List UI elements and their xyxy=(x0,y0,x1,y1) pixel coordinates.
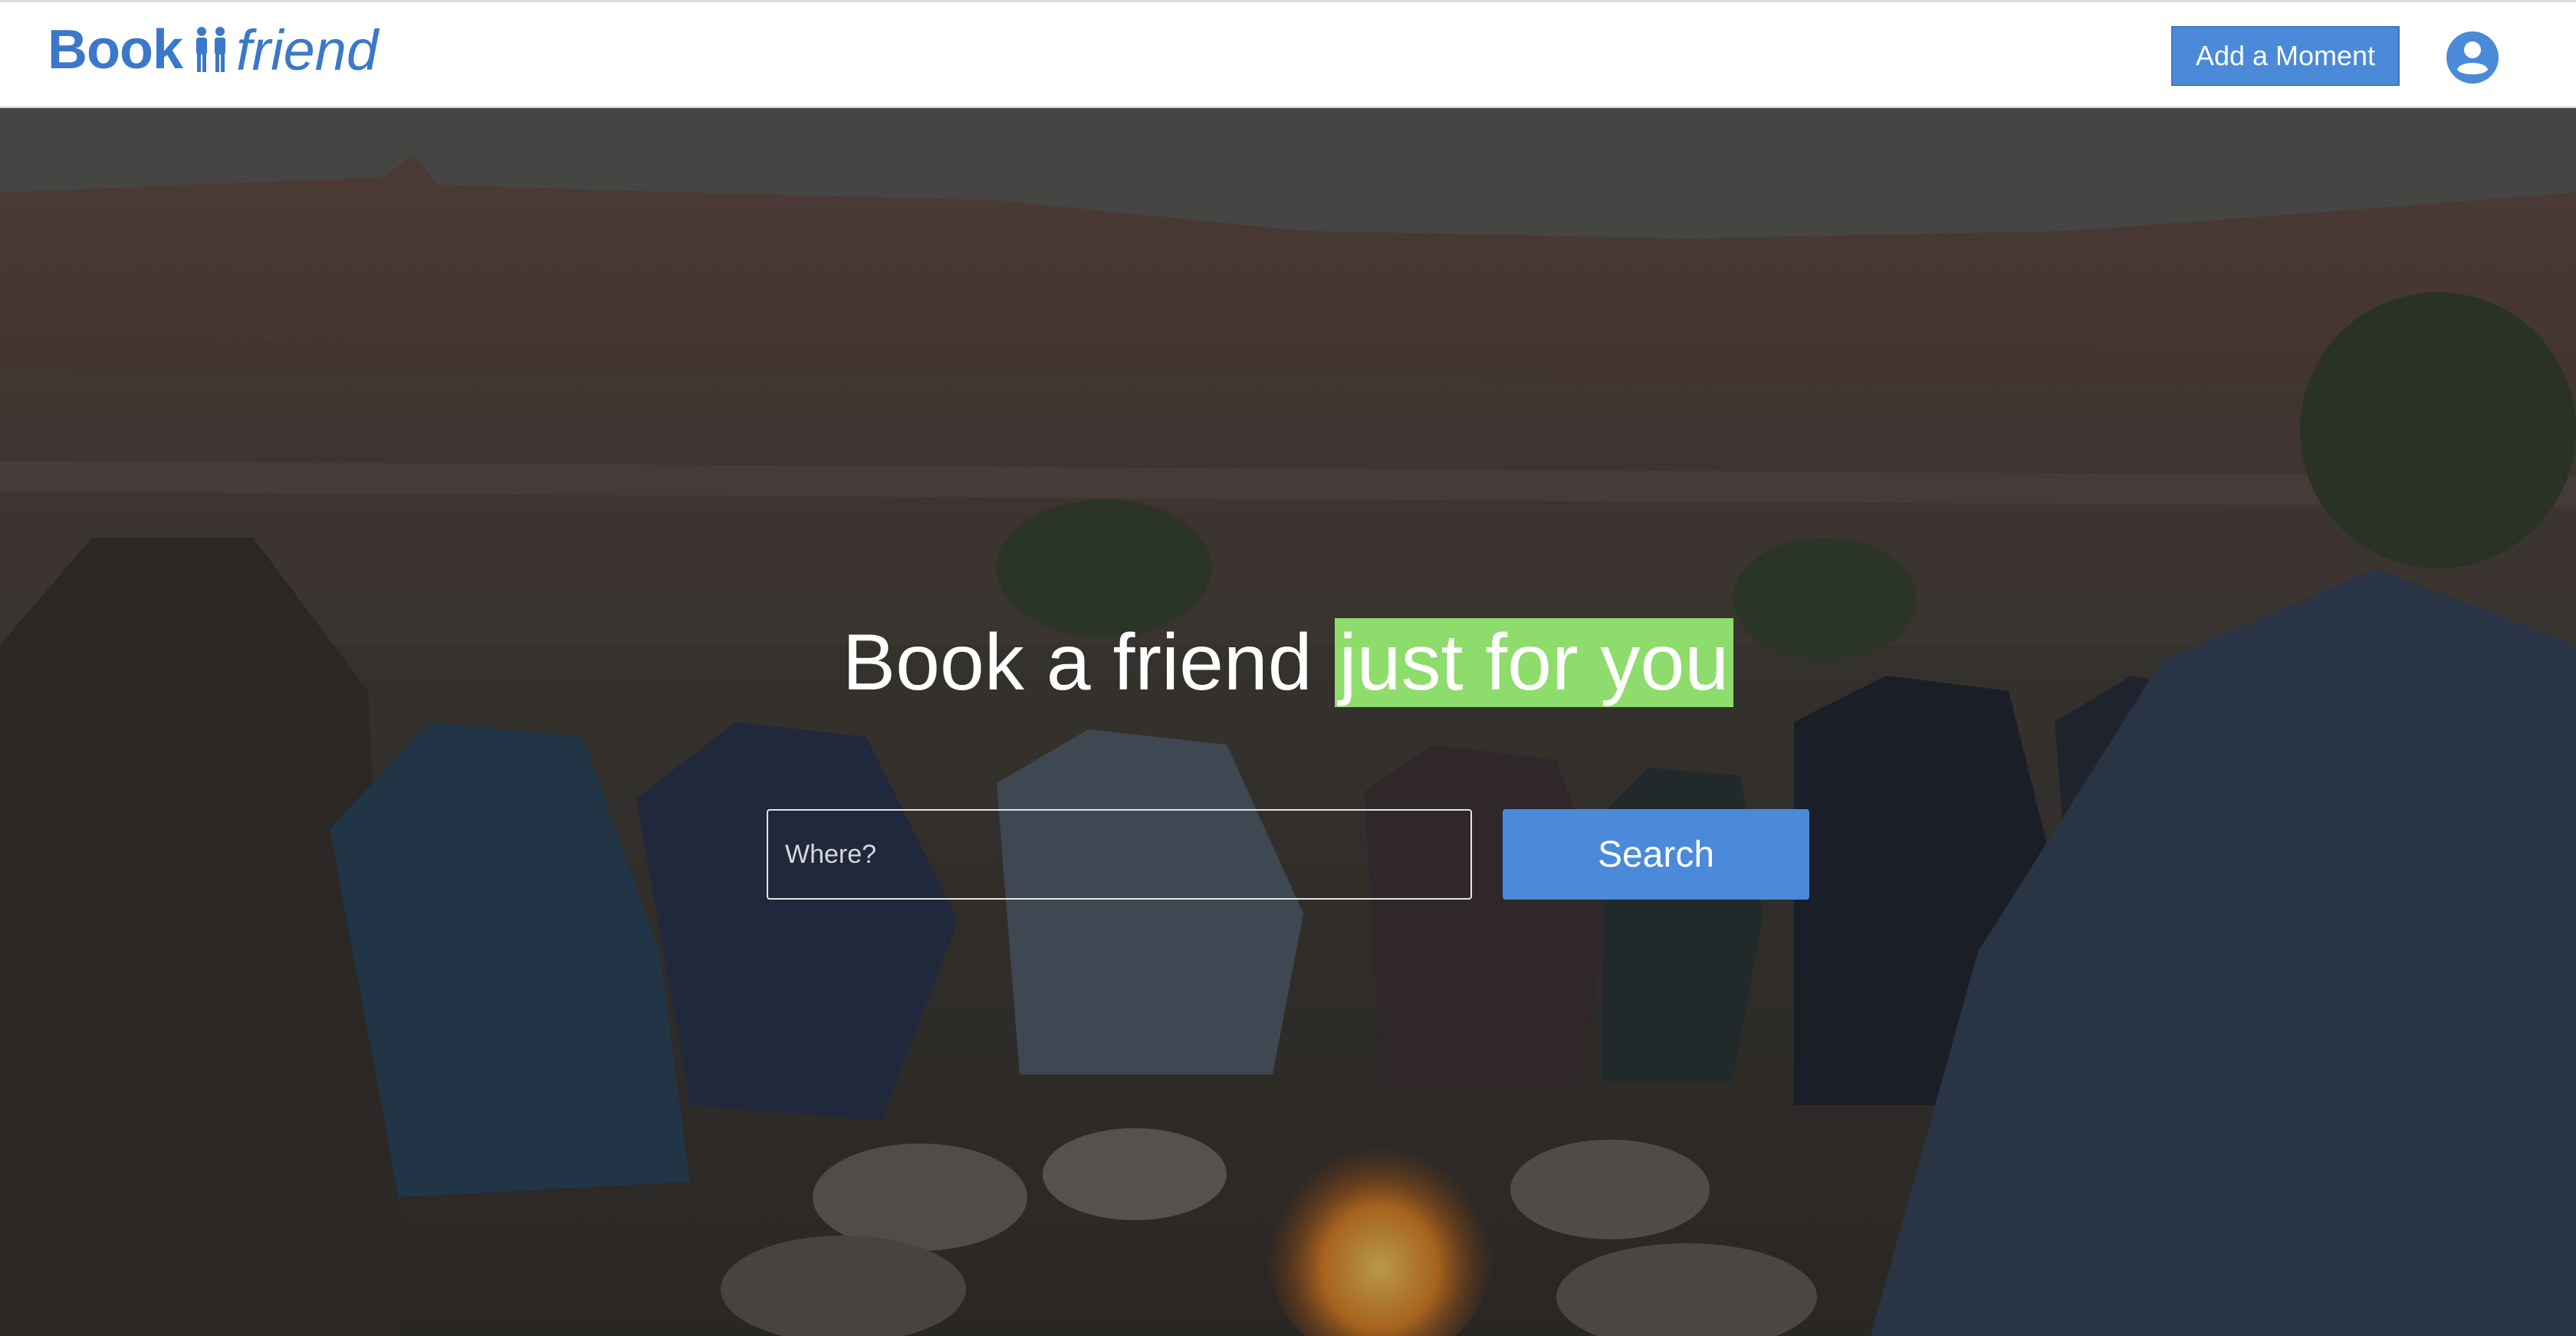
search-button[interactable]: Search xyxy=(1503,809,1809,900)
brand-name-italic: friend xyxy=(236,18,379,82)
top-navigation-bar: Book friend Add a Moment xyxy=(0,0,2576,108)
where-search-input[interactable] xyxy=(767,809,1472,900)
add-moment-button[interactable]: Add a Moment xyxy=(2171,26,2400,86)
brand-name-bold: Book xyxy=(48,19,183,81)
headline-highlight: just for you xyxy=(1334,618,1734,707)
headline-prefix: Book a friend xyxy=(842,618,1335,707)
brand-logo[interactable]: Book friend xyxy=(48,18,379,82)
hero-section: Book a friend just for you Search xyxy=(0,108,2576,1336)
hero-headline: Book a friend just for you xyxy=(0,617,2576,709)
hero-background-image xyxy=(0,108,2576,1336)
people-icon xyxy=(196,27,225,72)
user-circle-icon[interactable] xyxy=(2445,30,2500,85)
